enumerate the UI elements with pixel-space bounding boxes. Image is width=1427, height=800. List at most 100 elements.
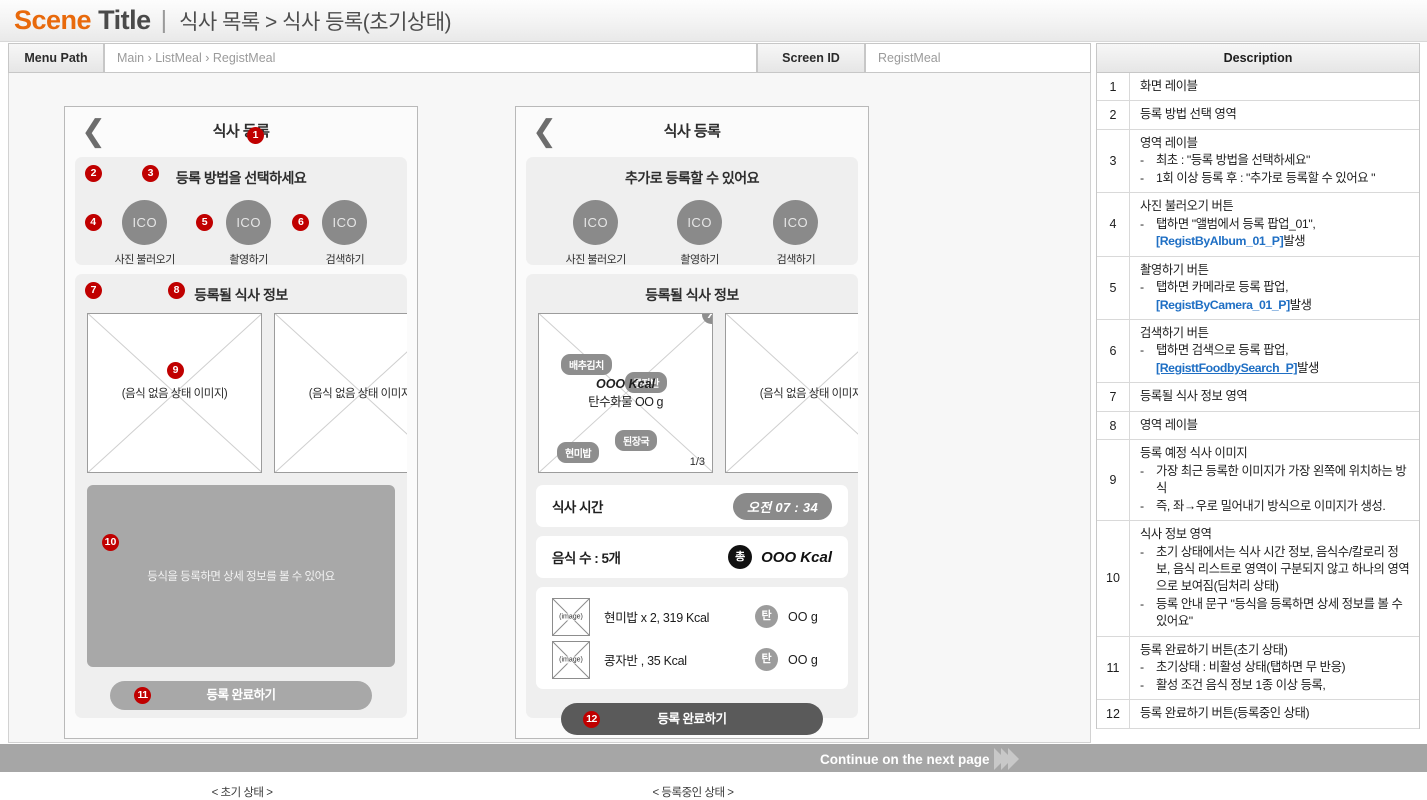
bullet-indent: [1140, 360, 1156, 377]
description-bullet: - 초기 상태에서는 식사 시간 정보, 음식수/칼로리 정보, 음식 리스트로 …: [1140, 544, 1411, 596]
mockup-registering-state: ❮ 식사 등록 추가로 등록할 수 있어요 ICO 사진 불러오기 ICO 촬영…: [515, 106, 869, 799]
link-tail-text: 발생: [1297, 360, 1319, 375]
meal-image-strip[interactable]: (음식 없음 상태 이미지) 9 (음식 없음 상태 이미지): [75, 311, 407, 485]
bullet-text: 활성 조건 음식 정보 1종 이상 등록,: [1156, 677, 1326, 692]
page-title: 식사 등록: [663, 123, 721, 140]
row-number: 9: [1097, 440, 1130, 521]
bullet-text: 탭하면 "앨범에서 등록 팝업_01",: [1156, 216, 1316, 231]
description-heading: 영역 레이블: [1140, 417, 1198, 432]
meal-section-title: 등록될 식사 정보: [194, 287, 288, 303]
register-complete-button-active[interactable]: 12 등록 완료하기: [561, 703, 823, 735]
registered-meal-photo[interactable]: X 배추김치 콩자반 된장국 현미밥 OOO Kcal 탄수화물 OO g 1/…: [538, 313, 713, 473]
photo-album-icon[interactable]: ICO: [122, 200, 168, 245]
list-item[interactable]: (image) 현미밥 x 2, 319 Kcal 탄 OO g: [536, 595, 848, 638]
carb-value: OO g: [788, 652, 818, 667]
description-heading: 등록될 식사 정보 영역: [1140, 389, 1248, 404]
meal-time-row[interactable]: 식사 시간 오전 07 : 34: [536, 485, 848, 527]
row-description: 등록 예정 식사 이미지 - 가장 최근 등록한 이미지가 가장 왼쪽에 위치하는 …: [1130, 440, 1419, 520]
carb-badge-icon: 탄: [755, 605, 778, 628]
popup-link[interactable]: [RegistByAlbum_01_P]: [1156, 233, 1284, 250]
method-label-search: 검색하기: [776, 254, 816, 266]
search-icon[interactable]: ICO: [322, 200, 368, 245]
row-description: 등록 완료하기 버튼(등록중인 상태): [1130, 700, 1419, 727]
thumbnail-label: (image): [553, 613, 589, 620]
meal-image-placeholder[interactable]: (음식 없음 상태 이미지) 9: [87, 313, 262, 473]
meal-time-value[interactable]: 오전 07 : 34: [732, 492, 832, 520]
row-number: 8: [1097, 411, 1130, 440]
method-label-album: 사진 불러오기: [565, 254, 627, 266]
back-arrow-icon[interactable]: ❮: [81, 117, 107, 147]
method-photo-album[interactable]: ICO 사진 불러오기: [566, 200, 626, 267]
bullet-text: 초기상태 : 비활성 상태(탭하면 무 반응): [1156, 660, 1346, 675]
photo-kcal-value: OOO Kcal: [595, 376, 656, 391]
description-heading: 등록 방법 선택 영역: [1140, 107, 1237, 122]
row-number: 11: [1097, 636, 1130, 700]
continue-banner: Continue on the next page: [820, 748, 1019, 770]
bullet-text: 탭하면 검색으로 등록 팝업,: [1156, 343, 1289, 358]
food-chip[interactable]: 된장국: [615, 430, 658, 451]
title-word: Title: [98, 5, 151, 35]
meal-image-placeholder[interactable]: (음식 없음 상태 이미지): [274, 313, 407, 473]
bullet-text: 등록 안내 문구 "등식을 등록하면 상세 정보를 볼 수 있어요": [1156, 596, 1403, 629]
description-bullet: - 탭하면 검색으로 등록 팝업,: [1140, 342, 1411, 359]
link-tail-text: 발생: [1283, 234, 1306, 249]
camera-icon[interactable]: ICO: [226, 200, 272, 245]
row-number: 3: [1097, 129, 1130, 193]
carb-badge-icon: 탄: [755, 648, 778, 671]
food-chip[interactable]: 현미밥: [557, 442, 600, 463]
register-complete-button-disabled[interactable]: 11 등록 완료하기: [110, 681, 372, 710]
description-bullet: - 초기상태 : 비활성 상태(탭하면 무 반응): [1140, 659, 1411, 676]
chevron-right-icon: [993, 748, 1019, 770]
list-item[interactable]: (image) 콩자반 , 35 Kcal 탄 OO g: [536, 638, 848, 681]
thumbnail-label: (image): [553, 656, 589, 663]
back-arrow-icon[interactable]: ❮: [532, 117, 558, 147]
page-title: 식사 등록: [212, 123, 270, 140]
popup-link[interactable]: [RegisttFoodbySearch_P]: [1156, 360, 1298, 377]
method-label-search: 검색하기: [325, 254, 365, 266]
method-search[interactable]: ICO 검색하기: [773, 200, 819, 267]
meal-info-area: 등록될 식사 정보 X 배추김치 콩자반 된장국 현미밥 OOO Kcal 탄수…: [526, 274, 858, 735]
method-icon-row: ICO 사진 불러오기 ICO 촬영하기 ICO 검색하기: [526, 194, 858, 281]
camera-icon[interactable]: ICO: [677, 200, 723, 245]
marker-11: 11: [134, 687, 151, 704]
food-thumbnail: (image): [552, 597, 590, 636]
marker-6: 6: [292, 214, 310, 231]
row-description: 영역 레이블 - 최초 : "등록 방법을 선택하세요" -1회 이상 등록 후 : …: [1130, 130, 1419, 192]
bullet-dash: -: [1140, 660, 1144, 675]
placeholder-caption: (음식 없음 상태 이미지): [759, 388, 858, 400]
method-camera[interactable]: ICO 촬영하기: [677, 200, 723, 267]
breadcrumb: 식사 목록 > 식사 등록(초기상태): [179, 10, 452, 34]
method-photo-album[interactable]: 4 ICO 사진 불러오기: [84, 200, 175, 267]
food-name: 현미밥 x 2, 319 Kcal: [604, 611, 710, 625]
register-method-area: 2 3 등록 방법을 선택하세요 4 ICO 사진 불러오기 5 ICO 촬영하…: [75, 157, 407, 267]
search-icon[interactable]: ICO: [773, 200, 819, 245]
food-chip[interactable]: 배추김치: [561, 354, 612, 375]
description-link-row: [RegistByAlbum_01_P] 발생: [1140, 233, 1411, 250]
table-row: 1 화면 레이블: [1097, 73, 1419, 102]
description-bullet: - 즉, 좌→우로 밀어내기 방식으로 이미지가 생성.: [1140, 498, 1411, 515]
mockup-canvas: ❮ 식사 등록 1 2 3 등록 방법을 선택하세요 4 ICO 사진 불러오기…: [8, 73, 1091, 799]
marker-4: 4: [84, 214, 102, 231]
row-description: 사진 불러오기 버튼 - 탭하면 "앨범에서 등록 팝업_01", [RegistBy…: [1130, 193, 1419, 255]
description-heading: 등록 완료하기 버튼(초기 상태): [1140, 642, 1288, 657]
meal-image-placeholder[interactable]: (음식 없음 상태 이미지): [725, 313, 858, 473]
register-complete-label: 등록 완료하기: [657, 712, 727, 726]
description-heading: 등록 완료하기 버튼(등록중인 상태): [1140, 706, 1310, 721]
meal-image-strip[interactable]: X 배추김치 콩자반 된장국 현미밥 OOO Kcal 탄수화물 OO g 1/…: [526, 311, 858, 485]
table-row: 3 영역 레이블 - 최초 : "등록 방법을 선택하세요" -1회 이상 등록 후 :…: [1097, 129, 1419, 194]
table-row: 6 검색하기 버튼 - 탭하면 검색으로 등록 팝업, [RegisttFoodbySe…: [1097, 319, 1419, 384]
table-row: 12 등록 완료하기 버튼(등록중인 상태): [1097, 700, 1419, 729]
photo-album-icon[interactable]: ICO: [573, 200, 619, 245]
bullet-dash: -: [1140, 216, 1144, 231]
bullet-text: 탭하면 카메라로 등록 팝업,: [1156, 280, 1289, 295]
popup-link[interactable]: [RegistByCamera_01_P]: [1156, 297, 1290, 314]
method-search[interactable]: 6 ICO 검색하기: [292, 200, 368, 267]
method-camera[interactable]: 5 ICO 촬영하기: [196, 200, 272, 267]
table-row: 5 촬영하기 버튼 - 탭하면 카메라로 등록 팝업, [RegistByCamera_…: [1097, 256, 1419, 320]
marker-8: 8: [168, 282, 185, 299]
description-bullet: - 활성 조건 음식 정보 1종 이상 등록,: [1140, 677, 1411, 694]
row-number: 10: [1097, 521, 1130, 636]
description-heading: 검색하기 버튼: [1140, 325, 1209, 340]
description-bullet: -1회 이상 등록 후 : "추가로 등록할 수 있어요 ": [1140, 170, 1411, 187]
bullet-dash: -: [1140, 596, 1144, 611]
